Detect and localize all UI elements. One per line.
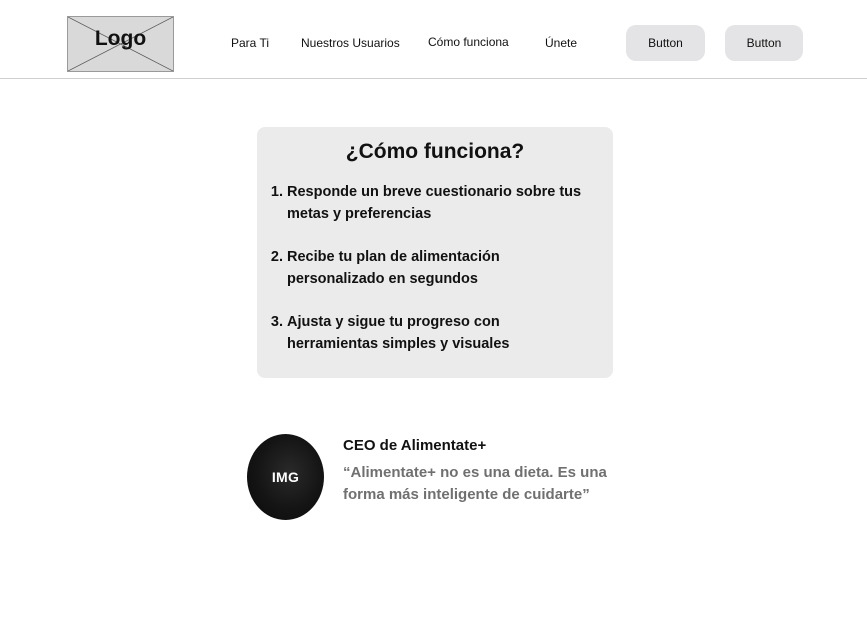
step-text: Recibe tu plan de alimentación personali… (287, 249, 500, 287)
avatar-placeholder-label: IMG (271, 469, 300, 485)
nav-link-nuestros-usuarios[interactable]: Nuestros Usuarios (301, 36, 400, 50)
nav-link-unete[interactable]: Únete (545, 36, 577, 50)
logo-text: Logo (94, 27, 147, 50)
step-number: 2. (270, 249, 283, 265)
testimonial-author: CEO de Alimentate+ (343, 437, 487, 454)
nav-link-como-funciona[interactable]: Cómo funciona (428, 35, 509, 49)
how-it-works-title: ¿Cómo funciona? (345, 140, 525, 163)
testimonial: IMG CEO de Alimentate+ “Alimentate+ no e… (247, 434, 627, 524)
header-button-primary[interactable]: Button (626, 25, 705, 61)
step-number: 1. (270, 184, 283, 200)
step-number: 3. (270, 314, 283, 330)
header-button-secondary[interactable]: Button (725, 25, 803, 61)
nav-link-para-ti[interactable]: Para Ti (231, 36, 269, 50)
logo-placeholder[interactable]: Logo (67, 16, 174, 72)
step-text: Ajusta y sigue tu progreso con herramien… (287, 314, 510, 352)
step-text: Responde un breve cuestionario sobre tus… (287, 184, 582, 222)
testimonial-quote: “Alimentate+ no es una dieta. Es una for… (343, 464, 607, 503)
top-navbar: Logo Para Ti Nuestros Usuarios Cómo func… (0, 0, 867, 79)
avatar: IMG (247, 434, 324, 520)
